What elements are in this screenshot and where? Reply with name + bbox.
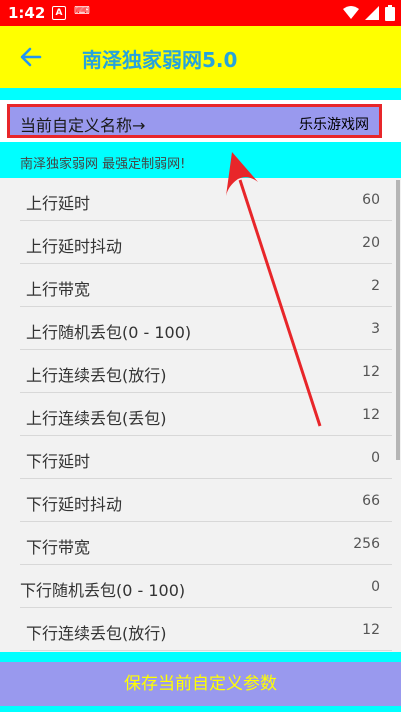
- param-label: 下行连续丢包(放行): [26, 624, 167, 643]
- wifi-icon: [343, 6, 359, 19]
- custom-name-value: 乐乐游戏网: [299, 117, 369, 133]
- page-title: 南泽独家弱网5.0: [82, 48, 238, 72]
- param-value: 0: [371, 579, 380, 595]
- param-value: 60: [362, 192, 380, 208]
- param-value: 12: [362, 622, 380, 638]
- param-label: 上行连续丢包(放行): [26, 366, 167, 385]
- param-label: 下行延时抖动: [26, 495, 123, 514]
- banner-text: 南泽独家弱网 最强定制弱网!: [20, 157, 186, 172]
- param-row-down-delay[interactable]: 下行延时 0: [20, 436, 392, 479]
- status-bar: 1:42 A ⌨: [0, 0, 401, 26]
- back-button[interactable]: [18, 44, 44, 70]
- notification-a-icon: A: [52, 6, 66, 20]
- param-label: 下行随机丢包(0 - 100): [20, 581, 186, 600]
- battery-icon: [385, 5, 395, 21]
- param-label: 下行带宽: [26, 538, 91, 557]
- param-row-down-burst-pass[interactable]: 下行连续丢包(放行) 12: [20, 608, 392, 651]
- param-label: 上行延时抖动: [26, 237, 123, 256]
- custom-name-row[interactable]: 当前自定义名称→ 乐乐游戏网: [7, 104, 382, 138]
- scrollbar[interactable]: [396, 180, 400, 460]
- param-row-up-jitter[interactable]: 上行延时抖动 20: [20, 221, 392, 264]
- app-bar: 南泽独家弱网5.0: [0, 26, 401, 88]
- divider-band: [0, 88, 401, 100]
- save-params-button[interactable]: 保存当前自定义参数: [0, 662, 401, 706]
- signal-icon: [365, 6, 379, 20]
- param-value: 12: [362, 364, 380, 380]
- param-value: 2: [371, 278, 380, 294]
- param-list[interactable]: 上行延时 60 上行延时抖动 20 上行带宽 2 上行随机丢包(0 - 100)…: [0, 178, 401, 652]
- banner: 南泽独家弱网 最强定制弱网!: [0, 142, 401, 178]
- param-value: 12: [362, 407, 380, 423]
- param-value: 66: [362, 493, 380, 509]
- param-row-up-delay[interactable]: 上行延时 60: [20, 178, 392, 221]
- param-row-up-burst-drop[interactable]: 上行连续丢包(丢包) 12: [20, 393, 392, 436]
- param-value: 20: [362, 235, 380, 251]
- param-row-down-bandwidth[interactable]: 下行带宽 256: [20, 522, 392, 565]
- divider-band: [0, 652, 401, 662]
- custom-name-label: 当前自定义名称→: [20, 116, 146, 135]
- param-row-up-bandwidth[interactable]: 上行带宽 2: [20, 264, 392, 307]
- param-label: 上行带宽: [26, 280, 91, 299]
- back-arrow-icon: [20, 47, 42, 67]
- param-row-up-random-loss[interactable]: 上行随机丢包(0 - 100) 3: [20, 307, 392, 350]
- param-value: 0: [371, 450, 380, 466]
- bottom-strip: [0, 706, 401, 712]
- param-label: 下行延时: [26, 452, 91, 471]
- status-icons: [343, 5, 395, 21]
- param-row-down-random-loss[interactable]: 下行随机丢包(0 - 100) 0: [20, 565, 392, 608]
- param-value: 3: [371, 321, 380, 337]
- status-time: 1:42: [8, 4, 46, 22]
- keyboard-icon: ⌨: [74, 4, 90, 17]
- param-label: 上行延时: [26, 194, 91, 213]
- param-row-down-jitter[interactable]: 下行延时抖动 66: [20, 479, 392, 522]
- param-label: 上行随机丢包(0 - 100): [26, 323, 192, 342]
- param-value: 256: [353, 536, 380, 552]
- param-row-up-burst-pass[interactable]: 上行连续丢包(放行) 12: [20, 350, 392, 393]
- param-label: 上行连续丢包(丢包): [26, 409, 167, 428]
